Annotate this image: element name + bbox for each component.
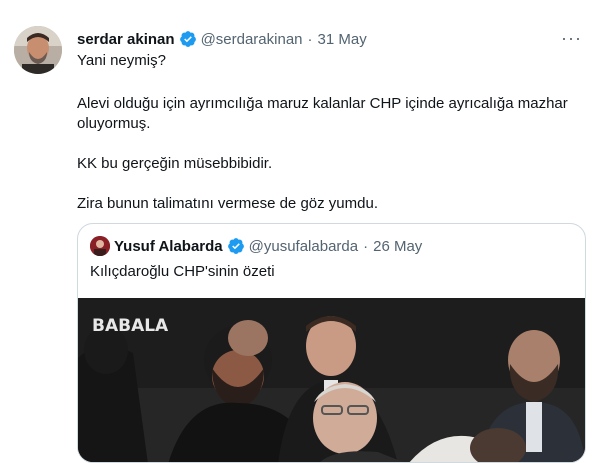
author-handle[interactable]: @serdarakinan (201, 31, 303, 48)
quoted-tweet-date: 26 May (373, 237, 423, 255)
separator-dot: · (363, 237, 369, 255)
verified-badge-icon (179, 31, 196, 47)
tweet-date[interactable]: 31 May (318, 31, 367, 48)
tweet-header: serdar akinan @serdarakinan · 31 May ··· (77, 28, 582, 50)
more-options-icon[interactable]: ··· (561, 28, 582, 48)
quoted-tweet-text: Kılıçdaroğlu CHP'sinin özeti (90, 263, 275, 280)
tweet-paragraph: Zira bunun talimatını vermese de göz yum… (77, 195, 378, 212)
quoted-author-name: Yusuf Alabarda (114, 237, 223, 255)
media-watermark: BABALA (92, 316, 169, 336)
quoted-author-handle: @yusufalabarda (248, 237, 359, 255)
separator-dot: · (307, 30, 313, 48)
tweet-paragraph: Yani neymiş? (77, 52, 166, 69)
quoted-tweet[interactable]: Yusuf Alabarda @yusufalabarda · 26 May K… (77, 223, 586, 463)
quoted-tweet-header: Yusuf Alabarda @yusufalabarda · 26 May (90, 236, 422, 256)
quoted-author-avatar (90, 236, 110, 256)
author-name[interactable]: serdar akinan (77, 31, 175, 48)
verified-badge-icon (227, 238, 244, 254)
tweet[interactable]: serdar akinan @serdarakinan · 31 May ···… (0, 0, 600, 463)
author-avatar[interactable] (14, 26, 62, 74)
video-thumbnail[interactable]: BABALA (78, 298, 585, 462)
tweet-paragraph: Alevi olduğu için ayrımcılığa maruz kala… (77, 95, 568, 132)
tweet-paragraph: KK bu gerçeğin müsebbibidir. (77, 155, 273, 172)
